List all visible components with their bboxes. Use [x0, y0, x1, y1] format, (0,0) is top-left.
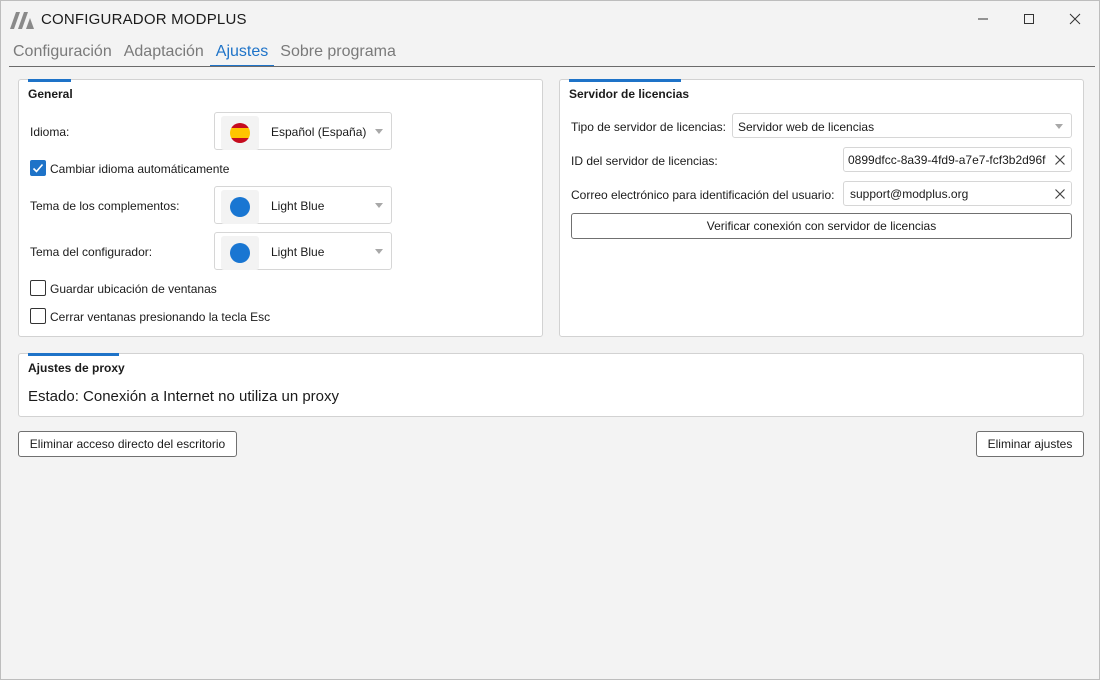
modplus-logo-icon	[10, 12, 34, 29]
tab-ajustes[interactable]: Ajustes	[209, 41, 275, 67]
close-esc-checkbox[interactable]	[30, 308, 46, 324]
auto-language-checkbox[interactable]	[30, 160, 46, 176]
close-button[interactable]	[1052, 1, 1098, 37]
save-windows-checkbox[interactable]	[30, 280, 46, 296]
tab-configuracion[interactable]: Configuración	[7, 41, 118, 67]
clear-icon	[1055, 188, 1065, 199]
minimize-button[interactable]	[960, 1, 1006, 37]
license-server-group: Servidor de licencias Tipo de servidor d…	[559, 79, 1084, 337]
app-window: CONFIGURADOR MODPLUS Configuración Adapt…	[0, 0, 1100, 680]
save-windows-label[interactable]: Guardar ubicación de ventanas	[50, 282, 217, 296]
proxy-group-accent	[28, 353, 119, 356]
email-label: Correo electrónico para identificación d…	[571, 188, 835, 202]
addins-theme-combo[interactable]: Light Blue	[214, 186, 392, 224]
configurator-theme-label: Tema del configurador:	[30, 245, 153, 259]
license-group-accent	[569, 79, 681, 82]
addins-theme-icon-box	[221, 190, 259, 224]
language-combo[interactable]: Español (España)	[214, 112, 392, 150]
chevron-down-icon	[375, 129, 383, 134]
theme-color-dot-icon	[230, 197, 250, 217]
server-type-combo[interactable]: Servidor web de licencias	[732, 113, 1072, 138]
tab-adaptacion[interactable]: Adaptación	[118, 41, 210, 67]
server-id-input[interactable]: 0899dfcc-8a39-4fd9-a7e7-fcf3b2d96f	[843, 147, 1072, 172]
maximize-icon	[1024, 14, 1034, 24]
chevron-down-icon	[1055, 123, 1063, 129]
proxy-group: Ajustes de proxy Estado: Conexión a Inte…	[18, 353, 1084, 417]
auto-language-label[interactable]: Cambiar idioma automáticamente	[50, 162, 229, 176]
main-tabs: Configuración Adaptación Ajustes Sobre p…	[7, 41, 402, 67]
server-id-clear-button[interactable]	[1049, 148, 1071, 171]
verify-connection-button[interactable]: Verificar conexión con servidor de licen…	[571, 213, 1072, 239]
server-type-value: Servidor web de licencias	[738, 120, 875, 134]
remove-settings-button[interactable]: Eliminar ajustes	[976, 431, 1084, 457]
email-clear-button[interactable]	[1049, 182, 1071, 205]
language-label: Idioma:	[30, 125, 70, 139]
license-group-title: Servidor de licencias	[569, 87, 690, 101]
clear-icon	[1055, 154, 1065, 165]
maximize-button[interactable]	[1006, 1, 1052, 37]
configurator-theme-combo[interactable]: Light Blue	[214, 232, 392, 270]
proxy-status-text: Estado: Conexión a Internet no utiliza u…	[28, 388, 340, 405]
email-value: support@modplus.org	[850, 187, 969, 201]
theme-color-dot-icon	[230, 243, 250, 263]
server-id-label: ID del servidor de licencias:	[571, 154, 718, 168]
window-title: CONFIGURADOR MODPLUS	[41, 11, 247, 28]
remove-desktop-shortcut-button[interactable]: Eliminar acceso directo del escritorio	[18, 431, 237, 457]
general-group-title: General	[28, 87, 73, 101]
configurator-theme-icon-box	[221, 236, 259, 270]
title-bar[interactable]: CONFIGURADOR MODPLUS	[1, 1, 1099, 39]
addins-theme-label: Tema de los complementos:	[30, 199, 180, 213]
chevron-down-icon	[375, 249, 383, 254]
chevron-down-icon	[375, 203, 383, 208]
checkmark-icon	[32, 163, 44, 173]
configurator-theme-value: Light Blue	[271, 245, 325, 259]
tabs-divider	[9, 66, 1095, 67]
addins-theme-value: Light Blue	[271, 199, 325, 213]
general-group: General Idioma: Español (España) Cambiar…	[18, 79, 543, 337]
tab-sobre-programa[interactable]: Sobre programa	[274, 41, 402, 67]
server-id-value: 0899dfcc-8a39-4fd9-a7e7-fcf3b2d96f	[848, 153, 1046, 167]
general-group-accent	[28, 79, 71, 82]
language-value: Español (España)	[271, 125, 367, 139]
spain-flag-icon	[230, 123, 250, 143]
language-icon-box	[221, 116, 259, 150]
proxy-group-title: Ajustes de proxy	[28, 361, 125, 375]
server-type-label: Tipo de servidor de licencias:	[571, 120, 726, 134]
email-input[interactable]: support@modplus.org	[843, 181, 1072, 206]
close-esc-label[interactable]: Cerrar ventanas presionando la tecla Esc	[50, 310, 270, 324]
close-icon	[1069, 13, 1081, 25]
minimize-icon	[978, 18, 988, 20]
